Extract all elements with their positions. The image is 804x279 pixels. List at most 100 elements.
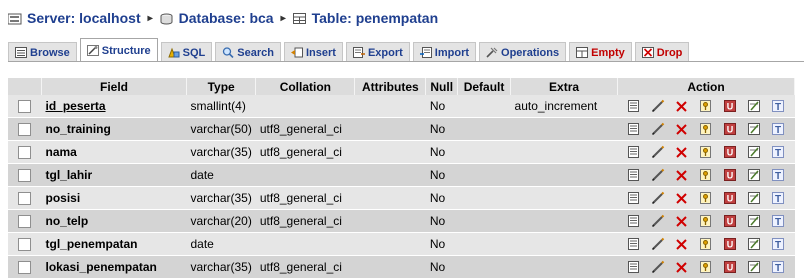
index-icon[interactable]	[742, 122, 766, 136]
primary-key-icon[interactable]	[694, 99, 718, 113]
drop-x-icon[interactable]	[670, 214, 694, 228]
checkbox[interactable]	[18, 169, 32, 183]
index-icon[interactable]	[742, 191, 766, 205]
unique-icon[interactable]: U	[718, 145, 742, 159]
edit-pencil-icon[interactable]	[646, 99, 670, 113]
row-checkbox[interactable]	[8, 232, 42, 256]
fulltext-icon[interactable]: T	[766, 237, 790, 251]
header-null[interactable]: Null	[425, 78, 459, 95]
header-type[interactable]: Type	[186, 78, 257, 95]
field-name-link[interactable]: tgl_lahir	[41, 163, 187, 187]
edit-pencil-icon[interactable]	[646, 122, 670, 136]
fulltext-icon[interactable]: T	[766, 168, 790, 182]
field-name-link[interactable]: posisi	[41, 186, 187, 210]
browse-distinct-icon[interactable]	[622, 99, 646, 113]
unique-icon[interactable]: U	[718, 191, 742, 205]
browse-distinct-icon[interactable]	[622, 214, 646, 228]
database-link[interactable]: Database: bca	[179, 10, 274, 26]
fulltext-icon[interactable]: T	[766, 214, 790, 228]
edit-pencil-icon[interactable]	[646, 260, 670, 274]
drop-x-icon[interactable]	[670, 237, 694, 251]
row-checkbox[interactable]	[8, 95, 42, 118]
checkbox[interactable]	[18, 215, 32, 229]
field-name-link[interactable]: lokasi_penempatan	[41, 255, 187, 279]
header-extra[interactable]: Extra	[510, 78, 619, 95]
fulltext-icon[interactable]: T	[766, 145, 790, 159]
browse-distinct-icon[interactable]	[622, 168, 646, 182]
index-icon[interactable]	[742, 99, 766, 113]
browse-distinct-icon[interactable]	[622, 122, 646, 136]
unique-icon[interactable]: U	[718, 260, 742, 274]
checkbox[interactable]	[18, 146, 32, 160]
header-attributes[interactable]: Attributes	[354, 78, 427, 95]
header-default[interactable]: Default	[457, 78, 512, 95]
index-icon[interactable]	[742, 145, 766, 159]
index-icon[interactable]	[742, 214, 766, 228]
edit-pencil-icon[interactable]	[646, 214, 670, 228]
drop-x-icon[interactable]	[670, 191, 694, 205]
row-checkbox[interactable]	[8, 117, 42, 141]
table-link[interactable]: Table: penempatan	[312, 10, 439, 26]
fulltext-icon[interactable]: T	[766, 99, 790, 113]
tab-sql[interactable]: SQL	[160, 42, 213, 62]
unique-icon[interactable]: U	[718, 214, 742, 228]
field-name-link[interactable]: id_peserta	[41, 95, 187, 118]
tab-export[interactable]: Export	[345, 42, 410, 62]
edit-pencil-icon[interactable]	[646, 191, 670, 205]
checkbox[interactable]	[18, 238, 32, 252]
tab-drop[interactable]: Drop	[634, 42, 690, 62]
edit-pencil-icon[interactable]	[646, 237, 670, 251]
tab-structure[interactable]: Structure	[79, 38, 158, 62]
row-checkbox[interactable]	[8, 140, 42, 164]
unique-icon[interactable]: U	[718, 99, 742, 113]
checkbox[interactable]	[18, 123, 32, 137]
browse-distinct-icon[interactable]	[622, 145, 646, 159]
primary-key-icon[interactable]	[694, 237, 718, 251]
primary-key-icon[interactable]	[694, 145, 718, 159]
unique-icon[interactable]: U	[718, 122, 742, 136]
browse-distinct-icon[interactable]	[622, 237, 646, 251]
drop-x-icon[interactable]	[670, 145, 694, 159]
field-name-link[interactable]: no_training	[41, 117, 187, 141]
tab-search[interactable]: Search	[215, 42, 281, 62]
field-name-link[interactable]: tgl_penempatan	[41, 232, 187, 256]
fulltext-icon[interactable]: T	[766, 122, 790, 136]
primary-key-icon[interactable]	[694, 214, 718, 228]
row-checkbox[interactable]	[8, 255, 42, 279]
index-icon[interactable]	[742, 168, 766, 182]
primary-key-icon[interactable]	[694, 191, 718, 205]
checkbox[interactable]	[18, 100, 32, 114]
checkbox[interactable]	[18, 192, 32, 206]
tab-empty[interactable]: Empty	[569, 42, 632, 62]
browse-distinct-icon[interactable]	[622, 260, 646, 274]
primary-key-icon[interactable]	[694, 168, 718, 182]
browse-distinct-icon[interactable]	[622, 191, 646, 205]
fulltext-icon[interactable]: T	[766, 260, 790, 274]
drop-x-icon[interactable]	[670, 260, 694, 274]
drop-x-icon[interactable]	[670, 99, 694, 113]
index-icon[interactable]	[742, 260, 766, 274]
primary-key-icon[interactable]	[694, 260, 718, 274]
tab-operations[interactable]: Operations	[479, 42, 567, 62]
unique-icon[interactable]: U	[718, 168, 742, 182]
row-checkbox[interactable]	[8, 163, 42, 187]
edit-pencil-icon[interactable]	[646, 168, 670, 182]
primary-key-icon[interactable]	[694, 122, 718, 136]
fulltext-icon[interactable]: T	[766, 191, 790, 205]
unique-icon[interactable]: U	[718, 237, 742, 251]
index-icon[interactable]	[742, 237, 766, 251]
drop-x-icon[interactable]	[670, 168, 694, 182]
server-link[interactable]: Server: localhost	[27, 10, 141, 26]
tab-insert[interactable]: Insert	[283, 42, 343, 62]
drop-x-icon[interactable]	[670, 122, 694, 136]
tab-import[interactable]: Import	[412, 42, 477, 62]
checkbox[interactable]	[18, 261, 32, 275]
tab-browse[interactable]: Browse	[8, 42, 77, 62]
field-name-link[interactable]: no_telp	[41, 209, 187, 233]
row-checkbox[interactable]	[8, 186, 42, 210]
header-field[interactable]: Field	[41, 78, 187, 95]
field-name-link[interactable]: nama	[41, 140, 187, 164]
header-collation[interactable]: Collation	[255, 78, 356, 95]
row-checkbox[interactable]	[8, 209, 42, 233]
edit-pencil-icon[interactable]	[646, 145, 670, 159]
